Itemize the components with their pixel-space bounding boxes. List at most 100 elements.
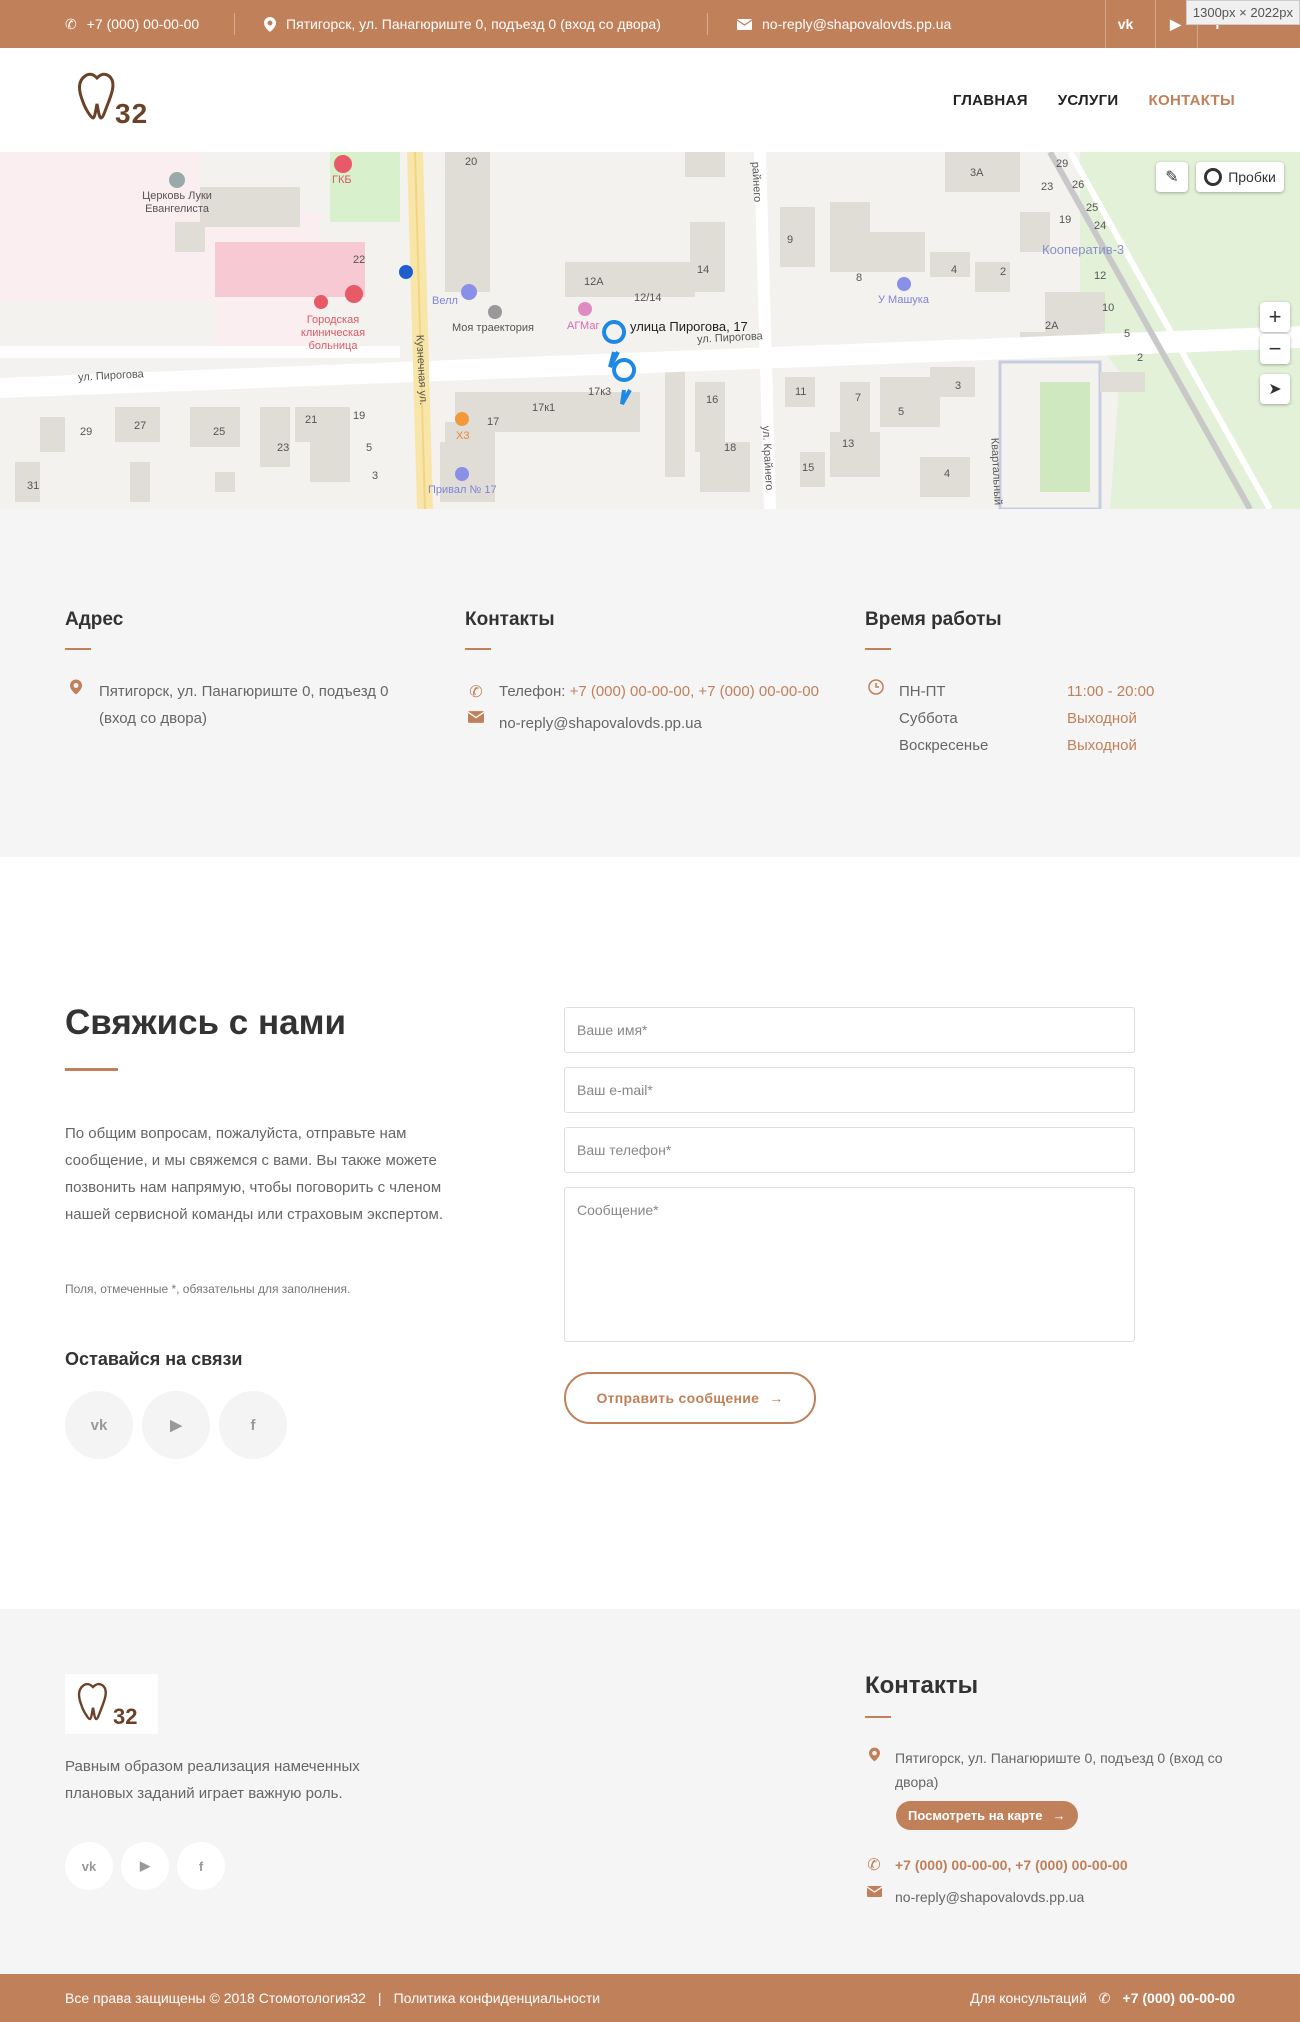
house-number: 4 bbox=[944, 468, 951, 480]
title-underline bbox=[65, 648, 91, 650]
contact-title: Свяжись с нами bbox=[65, 1003, 346, 1042]
phone-icon: ✆ bbox=[867, 1857, 881, 1874]
consult-label: Для консультаций bbox=[970, 1990, 1087, 2006]
divider bbox=[234, 13, 235, 35]
map-place: Кооператив-3 bbox=[1042, 242, 1125, 257]
house-number: 17к3 bbox=[588, 386, 612, 398]
nav-contacts[interactable]: КОНТАКТЫ bbox=[1149, 92, 1235, 109]
site-logo[interactable]: 32 bbox=[77, 72, 157, 134]
view-on-map-button[interactable]: Посмотреть на карте → bbox=[896, 1801, 1078, 1830]
house-number: 11 bbox=[795, 386, 807, 398]
house-number: 23 bbox=[277, 442, 290, 454]
title-underline bbox=[65, 1068, 118, 1071]
hours-table: ПН-ПТ 11:00 - 20:00 Суббота Выходной Воскр… bbox=[865, 678, 1245, 759]
house-number: 8 bbox=[856, 272, 863, 284]
topbar-email[interactable]: no-reply@shapovalovds.pp.ua bbox=[737, 0, 951, 48]
topbar-phone[interactable]: ✆ +7 (000) 00-00-00 bbox=[65, 0, 199, 48]
house-number: 2 bbox=[1137, 352, 1144, 364]
hours-day: Воскресенье bbox=[899, 737, 989, 754]
hours-day: Суббота bbox=[899, 710, 958, 727]
vk-link[interactable]: vk bbox=[65, 1842, 113, 1890]
stay-title: Оставайся на связи bbox=[65, 1349, 243, 1369]
logo-text: 32 bbox=[115, 98, 149, 129]
facebook-icon: f bbox=[198, 1858, 204, 1874]
house-number: 18 bbox=[724, 442, 737, 454]
house-number: 5 bbox=[1124, 328, 1131, 340]
hours-time: Выходной bbox=[1067, 737, 1137, 754]
map-place: Х3 bbox=[456, 430, 470, 442]
footer-logo[interactable]: 32 bbox=[65, 1674, 158, 1734]
zoom-out-button[interactable]: − bbox=[1260, 334, 1290, 364]
name-input[interactable]: Ваше имя* bbox=[564, 1007, 1135, 1053]
house-number: 29 bbox=[80, 426, 93, 438]
location-pin-icon bbox=[264, 16, 276, 32]
email-row: no-reply@shapovalovds.pp.ua bbox=[465, 710, 845, 737]
vk-icon: vk bbox=[1117, 16, 1134, 32]
email-input[interactable]: Ваш e-mail* bbox=[564, 1067, 1135, 1113]
logo-text: 32 bbox=[113, 1704, 138, 1729]
house-number: 7 bbox=[855, 392, 862, 404]
traffic-icon bbox=[1204, 168, 1223, 186]
ruler-button[interactable]: ✎ bbox=[1156, 162, 1188, 192]
address-row: Пятигорск, ул. Панагюриште 0, подъезд 0 … bbox=[65, 678, 425, 732]
bottom-phone[interactable]: +7 (000) 00-00-00 bbox=[1123, 1990, 1235, 2006]
bottom-divider: | bbox=[377, 1990, 382, 2006]
house-number: 19 bbox=[353, 410, 366, 422]
vk-link[interactable]: vk bbox=[65, 1391, 133, 1459]
house-number: 3А bbox=[970, 167, 984, 179]
map-street: Квартальный п bbox=[988, 437, 1005, 509]
youtube-link[interactable]: ▶ bbox=[142, 1391, 210, 1459]
house-number: 22 bbox=[353, 254, 366, 266]
facebook-link[interactable]: f bbox=[177, 1842, 225, 1890]
address-text: Пятигорск, ул. Панагюриште 0, подъезд 0 … bbox=[99, 683, 389, 727]
bottom-left: Все права защищены © 2018 Стомотология32… bbox=[65, 1974, 600, 2022]
submit-button[interactable]: Отправить сообщение → bbox=[564, 1372, 816, 1424]
minus-icon: − bbox=[1268, 336, 1282, 361]
map-street: ул. Пирогова bbox=[77, 368, 145, 384]
house-number: 3 bbox=[372, 470, 379, 482]
location-pin-icon bbox=[865, 1746, 883, 1794]
house-number: 15 bbox=[802, 462, 815, 474]
plus-icon: + bbox=[1268, 304, 1282, 329]
house-number: 17к1 bbox=[532, 402, 556, 414]
map-button-wrap: Посмотреть на карте → bbox=[896, 1801, 1078, 1830]
youtube-link[interactable]: ▶ bbox=[121, 1842, 169, 1890]
hours-time: 11:00 - 20:00 bbox=[1067, 683, 1155, 700]
phone-icon: ✆ bbox=[65, 15, 77, 32]
youtube-icon: ▶ bbox=[170, 1417, 182, 1434]
bottom-right: Для консультаций ✆ +7 (000) 00-00-00 bbox=[970, 1974, 1235, 2022]
map-labels: Церковь Луки Евангелиста ГКБ Городская к… bbox=[0, 152, 1300, 509]
email-text[interactable]: no-reply@shapovalovds.pp.ua bbox=[499, 710, 702, 737]
title-underline bbox=[865, 648, 891, 650]
footer-phone-row: ✆ +7 (000) 00-00-00, +7 (000) 00-00-00 bbox=[865, 1853, 1128, 1878]
phone-label: Телефон: bbox=[499, 683, 566, 700]
nav-home[interactable]: ГЛАВНАЯ bbox=[953, 92, 1028, 109]
traffic-button[interactable]: Пробки bbox=[1196, 162, 1284, 192]
facebook-link[interactable]: f bbox=[219, 1391, 287, 1459]
privacy-link[interactable]: Политика конфиденциальности bbox=[394, 1990, 601, 2006]
vk-link[interactable]: vk bbox=[1105, 0, 1145, 48]
phone-input[interactable]: Ваш телефон* bbox=[564, 1127, 1135, 1173]
map[interactable]: Церковь Луки Евангелиста ГКБ Городская к… bbox=[0, 152, 1300, 509]
facebook-icon: f bbox=[250, 1416, 256, 1434]
house-number: 9 bbox=[787, 234, 794, 246]
zoom-in-button[interactable]: + bbox=[1260, 302, 1290, 332]
house-number: 31 bbox=[27, 480, 40, 492]
contacts-title: Контакты bbox=[465, 609, 555, 630]
size-badge: 1300px × 2022px bbox=[1185, 0, 1300, 25]
tooth-logo-icon bbox=[78, 72, 115, 120]
message-textarea[interactable]: Сообщение* bbox=[564, 1187, 1135, 1342]
phone-numbers[interactable]: +7 (000) 00-00-00, +7 (000) 00-00-00 bbox=[570, 683, 819, 700]
house-number: 25 bbox=[1086, 202, 1099, 214]
footer-phones[interactable]: +7 (000) 00-00-00, +7 (000) 00-00-00 bbox=[895, 1853, 1128, 1878]
geolocation-button[interactable]: ➤ bbox=[1260, 374, 1290, 404]
copyright: Все права защищены © 2018 Стомотология32 bbox=[65, 1990, 366, 2006]
nav-services[interactable]: УСЛУГИ bbox=[1058, 92, 1119, 109]
footer-email[interactable]: no-reply@shapovalovds.pp.ua bbox=[895, 1885, 1084, 1909]
house-number: 12/14 bbox=[634, 292, 662, 304]
house-number: 29 bbox=[1056, 158, 1069, 170]
youtube-icon: ▶ bbox=[140, 1858, 150, 1873]
submit-label: Отправить сообщение bbox=[596, 1390, 760, 1406]
contacts-block: Контакты ✆ Телефон: +7 (000) 00-00-00, +… bbox=[465, 609, 845, 737]
house-number: 2 bbox=[1000, 266, 1007, 278]
